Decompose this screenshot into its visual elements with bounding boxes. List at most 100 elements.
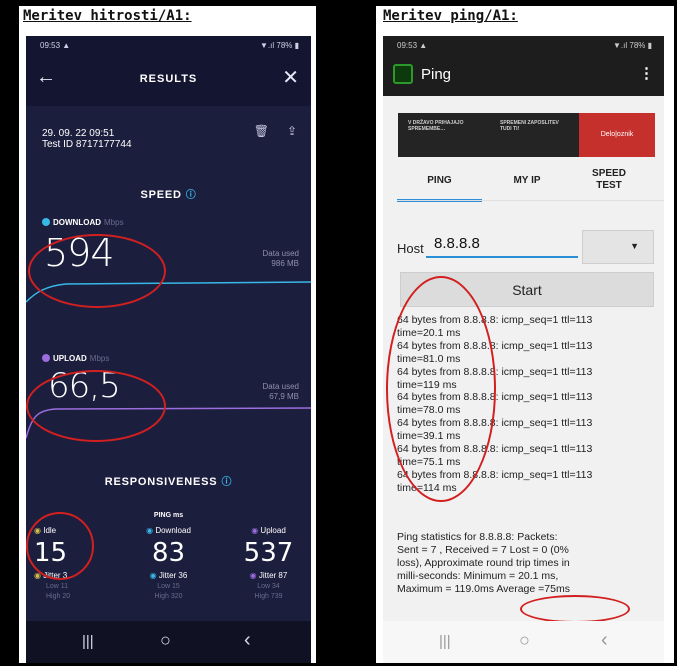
download-ping-label-text: Download — [155, 526, 191, 535]
info-icon[interactable]: ⓘ — [186, 190, 197, 201]
host-label: Host — [397, 241, 424, 256]
host-dropdown[interactable]: ▼ — [582, 230, 654, 264]
stats-line: Sent = 7 , Received = 7 Lost = 0 (0% — [397, 544, 569, 556]
upload-unit: Mbps — [89, 354, 110, 363]
stats-maximum: Maximum = 119.0ms — [397, 583, 494, 595]
ad-text-1: V DRŽAVO PRIHAJAJO SPREMEMBE… — [408, 120, 464, 132]
back-icon[interactable]: ‹ — [244, 629, 251, 652]
app-bar: 09:53 ▲ ▼.ıl 78% ▮ Ping ⋮ — [383, 36, 664, 96]
ping-caption: Meritev ping/A1: — [383, 8, 518, 24]
speed-section-title: SPEED ⓘ — [26, 186, 311, 201]
home-icon[interactable]: ○ — [160, 630, 171, 651]
info-icon[interactable]: ⓘ — [221, 477, 232, 488]
data-used-value: 986 MB — [271, 259, 299, 268]
jitter-icon: ◉ — [249, 571, 257, 580]
upload-highlight — [26, 370, 166, 442]
recent-apps-icon[interactable]: ||| — [439, 633, 451, 650]
stats-line: Ping statistics for 8.8.8.8: Packets: — [397, 531, 558, 543]
status-time: 09:53 ▲ — [397, 41, 428, 50]
tab-speed-test[interactable]: SPEED TEST — [579, 163, 639, 199]
stats-line: milli-seconds: Minimum = 20.1 ms, — [397, 570, 559, 582]
results-card: 29. 09. 22 09:51 Test ID 8717177744 🗑 ⇪ … — [26, 106, 311, 641]
upload-icon — [42, 354, 50, 362]
download-label: DOWNLOAD Mbps — [42, 218, 124, 227]
status-indicators: ▼.ıl 78% ▮ — [613, 41, 652, 50]
upload-label-text: UPLOAD — [53, 354, 87, 363]
upload-ping-icon: ◉ — [251, 526, 259, 535]
tab-divider — [397, 200, 664, 201]
upload-ping-low: Low 34 — [257, 583, 280, 590]
status-bar: 09:53 ▲ ▼.ıl 78% ▮ — [40, 41, 299, 53]
tab-my-ip[interactable]: MY IP — [489, 163, 565, 199]
upload-label: UPLOAD Mbps — [42, 354, 109, 363]
share-icon[interactable]: ⇪ — [287, 124, 297, 138]
upload-ping-label: ◉ Upload — [231, 526, 306, 535]
upload-data-used: Data used 67,9 MB — [263, 382, 299, 402]
upload-ping-jitter-text: Jitter 87 — [258, 571, 288, 580]
ad-banner[interactable]: V DRŽAVO PRIHAJAJO SPREMEMBE… SPREMENI Z… — [398, 113, 655, 157]
test-datetime: 29. 09. 22 09:51 — [42, 128, 115, 139]
test-meta: 29. 09. 22 09:51 Test ID 8717177744 — [42, 128, 132, 150]
idle-high: High 20 — [46, 593, 71, 600]
tab-ping[interactable]: PING — [397, 163, 482, 202]
tab-bar: PING MY IP SPEED TEST — [397, 163, 664, 202]
stats-average: Average =75ms — [496, 583, 570, 595]
download-ping-value: 83 — [151, 538, 186, 568]
speedtest-caption: Meritev hitrosti/A1: — [23, 8, 192, 24]
idle-low: Low 11 — [46, 583, 69, 590]
ad-brand: Delo|oznik — [579, 113, 655, 157]
more-options-icon[interactable]: ⋮ — [639, 64, 654, 82]
status-time: 09:53 ▲ — [40, 41, 71, 50]
download-ping-column: ◉ Download 83 ◉ Jitter 36 Low 15 High 32… — [131, 526, 206, 600]
ping-screen: 09:53 ▲ ▼.ıl 78% ▮ Ping ⋮ V DRŽAVO PRIHA… — [383, 36, 664, 663]
download-unit: Mbps — [104, 218, 124, 227]
data-used-label: Data used — [262, 249, 299, 258]
speed-title-text: SPEED — [140, 189, 182, 201]
host-input[interactable]: 8.8.8.8 — [426, 230, 578, 258]
responsiveness-title-text: RESPONSIVENESS — [104, 476, 218, 488]
ad-text-2: SPREMENI ZAPOSLITEV TUDI TI! — [500, 120, 559, 132]
close-icon[interactable]: ✕ — [282, 65, 299, 90]
test-id: Test ID 8717177744 — [42, 139, 132, 150]
download-ping-jitter: ◉ Jitter 36 — [131, 571, 206, 580]
data-used-label: Data used — [262, 382, 299, 391]
back-icon[interactable]: ‹ — [601, 629, 608, 652]
chevron-down-icon: ▼ — [630, 241, 639, 251]
ping-app-icon — [393, 64, 413, 84]
stats-line: Maximum = 119.0ms Average =75ms — [397, 583, 652, 596]
page-title: RESULTS — [139, 73, 198, 85]
speedtest-screen: 09:53 ▲ ▼.ıl 78% ▮ ← RESULTS ✕ 29. 09. 2… — [26, 36, 311, 663]
android-navbar: ||| ○ ‹ — [383, 621, 664, 663]
upload-ping-column: ◉ Upload 537 ◉ Jitter 87 Low 34 High 739 — [231, 526, 306, 600]
download-ping-jitter-text: Jitter 36 — [158, 571, 188, 580]
upload-ping-jitter: ◉ Jitter 87 — [231, 571, 306, 580]
app-title: Ping — [421, 66, 452, 83]
download-ping-label: ◉ Download — [131, 526, 206, 535]
upload-ping-high: High 739 — [254, 593, 283, 600]
download-data-used: Data used 986 MB — [263, 249, 299, 269]
responsiveness-section-title: RESPONSIVENESS ⓘ — [26, 473, 311, 488]
idle-highlight — [26, 512, 94, 580]
stats-line: loss), Approximate round trip times in — [397, 557, 570, 569]
android-navbar: ||| ○ ‹ — [26, 621, 311, 663]
status-bar: 09:53 ▲ ▼.ıl 78% ▮ — [397, 41, 652, 50]
download-ping-high: High 320 — [154, 593, 183, 600]
ping-times-highlight — [386, 276, 496, 502]
speedtest-panel: Meritev hitrosti/A1: 09:53 ▲ ▼.ıl 78% ▮ … — [19, 6, 316, 663]
recent-apps-icon[interactable]: ||| — [82, 633, 94, 650]
status-indicators: ▼.ıl 78% ▮ — [260, 41, 299, 50]
ping-statistics: Ping statistics for 8.8.8.8: Packets: Se… — [397, 531, 652, 596]
download-icon — [42, 218, 50, 226]
download-highlight — [28, 234, 166, 308]
upload-ping-label-text: Upload — [260, 526, 286, 535]
results-header: ← RESULTS ✕ — [26, 61, 311, 97]
jitter-icon: ◉ — [149, 571, 157, 580]
ping-panel: Meritev ping/A1: 09:53 ▲ ▼.ıl 78% ▮ Ping… — [376, 6, 674, 663]
download-label-text: DOWNLOAD — [53, 218, 101, 227]
upload-ping-value: 537 — [243, 538, 294, 568]
average-highlight — [520, 595, 630, 623]
delete-icon[interactable]: 🗑 — [254, 124, 269, 138]
data-used-value: 67,9 MB — [269, 392, 299, 401]
home-icon[interactable]: ○ — [519, 630, 530, 651]
download-ping-icon: ◉ — [146, 526, 154, 535]
